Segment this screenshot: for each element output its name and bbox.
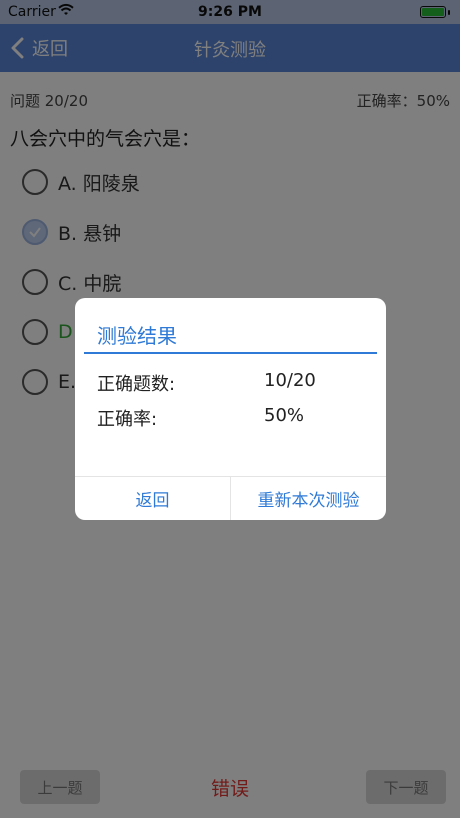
dialog-title-divider	[84, 352, 377, 354]
accuracy-key: 正确率:	[97, 409, 158, 430]
correct-count-key: 正确题数:	[97, 374, 176, 395]
dialog-title: 测验结果	[97, 324, 177, 348]
result-dialog: 测验结果 正确题数: 10/20 正确率: 50% 返回 重新本次测验	[75, 298, 386, 520]
correct-count-value: 10/20	[264, 370, 316, 391]
dialog-back-button[interactable]: 返回	[75, 477, 230, 520]
accuracy-value: 50%	[264, 405, 305, 426]
dialog-retry-button[interactable]: 重新本次测验	[231, 477, 386, 520]
